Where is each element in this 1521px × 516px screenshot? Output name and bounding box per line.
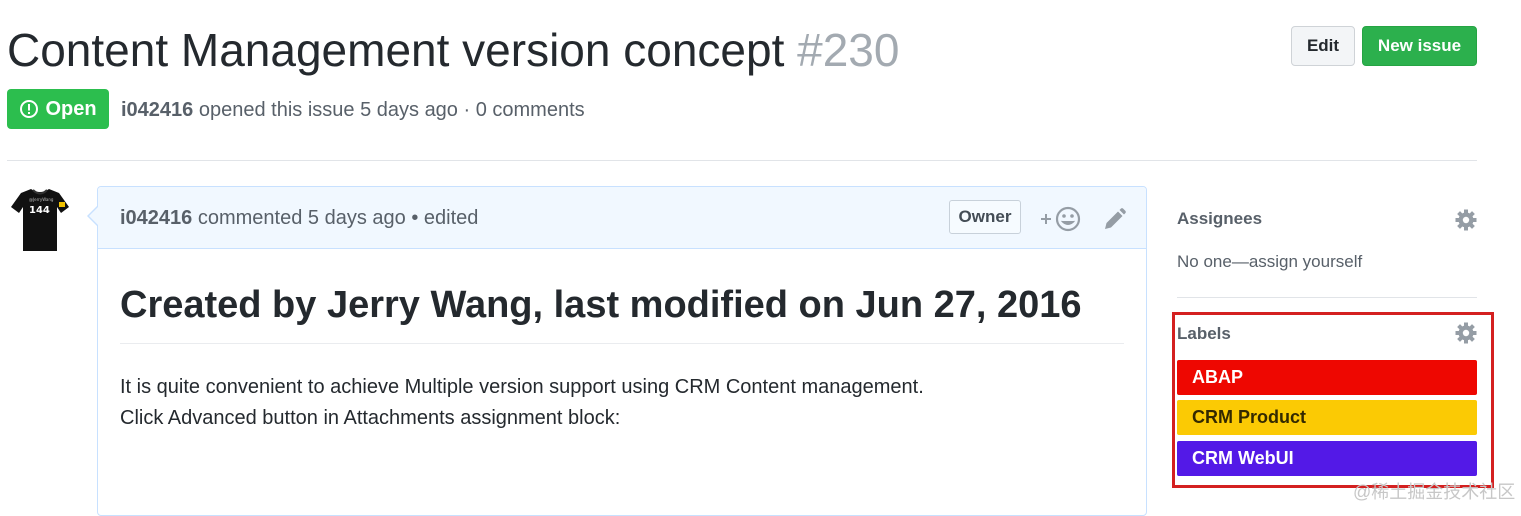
issue-number: #230 xyxy=(797,24,900,76)
comment-body: Created by Jerry Wang, last modified on … xyxy=(98,279,1146,434)
issue-meta: i042416 opened this issue 5 days ago · 0… xyxy=(121,99,585,122)
avatar-shirt-image: @JerryWang 144 xyxy=(7,185,73,251)
avatar-text: 144 xyxy=(29,205,50,216)
status-badge: Open xyxy=(7,89,109,129)
status-label: Open xyxy=(45,97,97,120)
comment-heading: Created by Jerry Wang, last modified on … xyxy=(120,279,1124,344)
issue-title: Content Management version concept #230 xyxy=(7,22,899,78)
gear-icon[interactable] xyxy=(1455,209,1477,231)
sidebar-divider xyxy=(1177,297,1477,298)
assign-yourself-link[interactable]: No one—assign yourself xyxy=(1177,252,1362,272)
edit-button[interactable]: Edit xyxy=(1291,26,1355,66)
comment-line-2: Click Advanced button in Attachments ass… xyxy=(120,407,621,429)
comment-paragraph: It is quite convenient to achieve Multip… xyxy=(120,372,1124,434)
owner-badge: Owner xyxy=(949,200,1021,234)
comment-meta-text: commented 5 days ago • edited xyxy=(197,207,479,229)
labels-highlight-box xyxy=(1172,312,1494,488)
smiley-icon[interactable] xyxy=(1039,205,1083,233)
comment-header: i042416 commented 5 days ago • edited Ow… xyxy=(98,187,1146,249)
new-issue-button[interactable]: New issue xyxy=(1362,26,1477,66)
comment-box: i042416 commented 5 days ago • edited Ow… xyxy=(97,186,1147,516)
assignees-heading: Assignees xyxy=(1177,209,1263,228)
comment-line-1: It is quite convenient to achieve Multip… xyxy=(120,376,924,398)
issue-title-text: Content Management version concept xyxy=(7,24,785,76)
alert-icon xyxy=(20,100,39,118)
issue-author-link[interactable]: i042416 xyxy=(121,99,193,121)
comment-author-link[interactable]: i042416 xyxy=(120,207,192,229)
comment-pointer-inner xyxy=(89,207,98,225)
svg-text:@JerryWang: @JerryWang xyxy=(29,197,54,202)
pencil-icon[interactable] xyxy=(1101,207,1127,233)
avatar[interactable]: @JerryWang 144 xyxy=(7,185,73,251)
header-divider xyxy=(7,160,1477,161)
comment-meta: i042416 commented 5 days ago • edited xyxy=(120,207,478,230)
issue-opened-text: opened this issue 5 days ago · 0 comment… xyxy=(198,99,585,121)
watermark: @稀土掘金技术社区 xyxy=(1353,482,1516,502)
